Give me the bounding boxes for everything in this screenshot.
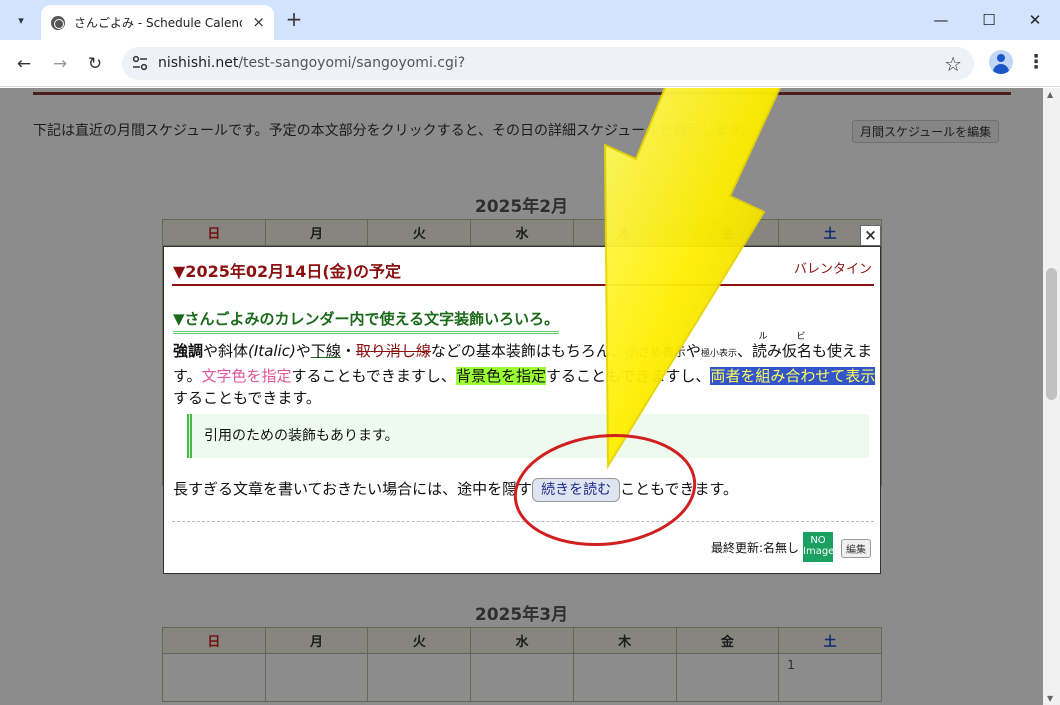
text-run: こともできます。 [620,480,739,498]
event-tag: バレンタイン [793,262,872,277]
scroll-up-icon[interactable]: ▲ [1047,90,1053,99]
site-settings-icon[interactable] [132,55,148,71]
minimize-button[interactable]: — [918,6,964,34]
vertical-scrollbar[interactable]: ▲ ▼ [1043,88,1060,705]
browser-toolbar: ← → ↻ nishishi.net/test-sangoyomi/sangoy… [0,40,1060,87]
tiny-sample: 極小表示 [700,349,737,359]
forward-button[interactable]: → [46,50,74,78]
more-menu-icon[interactable]: ⋮ [1026,50,1046,76]
tab-title: さんごよみ - Schedule Calendar - [74,16,242,30]
scroll-down-icon[interactable]: ▼ [1047,694,1053,703]
back-button[interactable]: ← [10,50,38,78]
text-run: や [685,342,701,360]
chevron-down-icon: ▾ [18,13,24,27]
text-run: や [295,342,311,360]
reload-button[interactable]: ↻ [81,50,109,78]
browser-tab[interactable]: さんごよみ - Schedule Calendar - × [41,5,274,40]
text-run: 長すぎる文章を書いておきたい場合には、途中を隠す [173,480,533,498]
small-sample: 小さめ表示 [625,345,686,359]
page-viewport: 下記は直近の月間スケジュールです。予定の本文部分をクリックすると、その日の詳細ス… [0,88,1043,705]
read-more-button[interactable]: 続きを読む [532,478,621,502]
footer-divider [172,521,874,522]
text-run: することもできます。 [173,389,321,407]
combo-sample: 両者を組み合わせて表示 [710,367,876,385]
underline-sample: 下線 [310,342,341,360]
url-text: nishishi.net/test-sangoyomi/sangoyomi.cg… [158,55,466,71]
popup-title: ▼2025年02月14日(金)の予定 [173,262,401,281]
text-run: ・ [340,342,356,360]
profile-icon[interactable] [989,50,1013,74]
schedule-detail-popup: ▼2025年02月14日(金)の予定 バレンタイン ▼さんごよみのカレンダー内で… [163,246,881,574]
color-sample: 文字色を指定 [201,367,292,385]
text-run: することもできますし、 [545,367,711,385]
popup-edit-button[interactable]: 編集 [841,539,871,558]
address-bar[interactable]: nishishi.net/test-sangoyomi/sangoyomi.cg… [122,47,974,80]
decoration-sample-text: 強調や斜体(Italic)や下線・取り消し線などの基本装飾はもちろん、小さめ表示… [173,332,878,409]
tab-strip: ▾ さんごよみ - Schedule Calendar - × + — ☐ ✕ [0,0,1060,40]
strike-sample: 取り消し線 [355,342,431,360]
background-sample: 背景色を指定 [455,367,546,385]
bold-sample: 強調 [173,342,204,360]
italic-sample: (Italic) [248,342,296,360]
maximize-button[interactable]: ☐ [966,6,1012,34]
globe-icon [51,15,65,30]
read-more-line: 長すぎる文章を書いておきたい場合には、途中を隠す 続きを読む こともできます。 [173,478,738,502]
window-close-button[interactable]: ✕ [1012,6,1058,34]
last-updated: 最終更新:名無し [710,541,799,555]
section-heading: ▼さんごよみのカレンダー内で使える文字装飾いろいろ。 [173,308,560,334]
ruby-sample: 読み仮名ル ビ [751,332,812,360]
text-run: 、 [736,342,752,360]
new-tab-button[interactable]: + [282,8,306,32]
text-run: などの基本装飾はもちろん、 [430,342,626,360]
tab-close-icon[interactable]: × [252,14,265,30]
tab-search-button[interactable]: ▾ [8,8,34,32]
title-rule [172,284,874,286]
scrollbar-thumb[interactable] [1046,268,1057,400]
text-run: することもできますし、 [291,367,456,385]
quote-block: 引用のための装飾もあります。 [187,414,869,458]
no-image-avatar: NO Image [803,532,834,562]
bookmark-star-icon[interactable]: ☆ [944,52,962,76]
text-run: や斜体 [203,342,249,360]
popup-close-button[interactable]: × [860,225,881,246]
